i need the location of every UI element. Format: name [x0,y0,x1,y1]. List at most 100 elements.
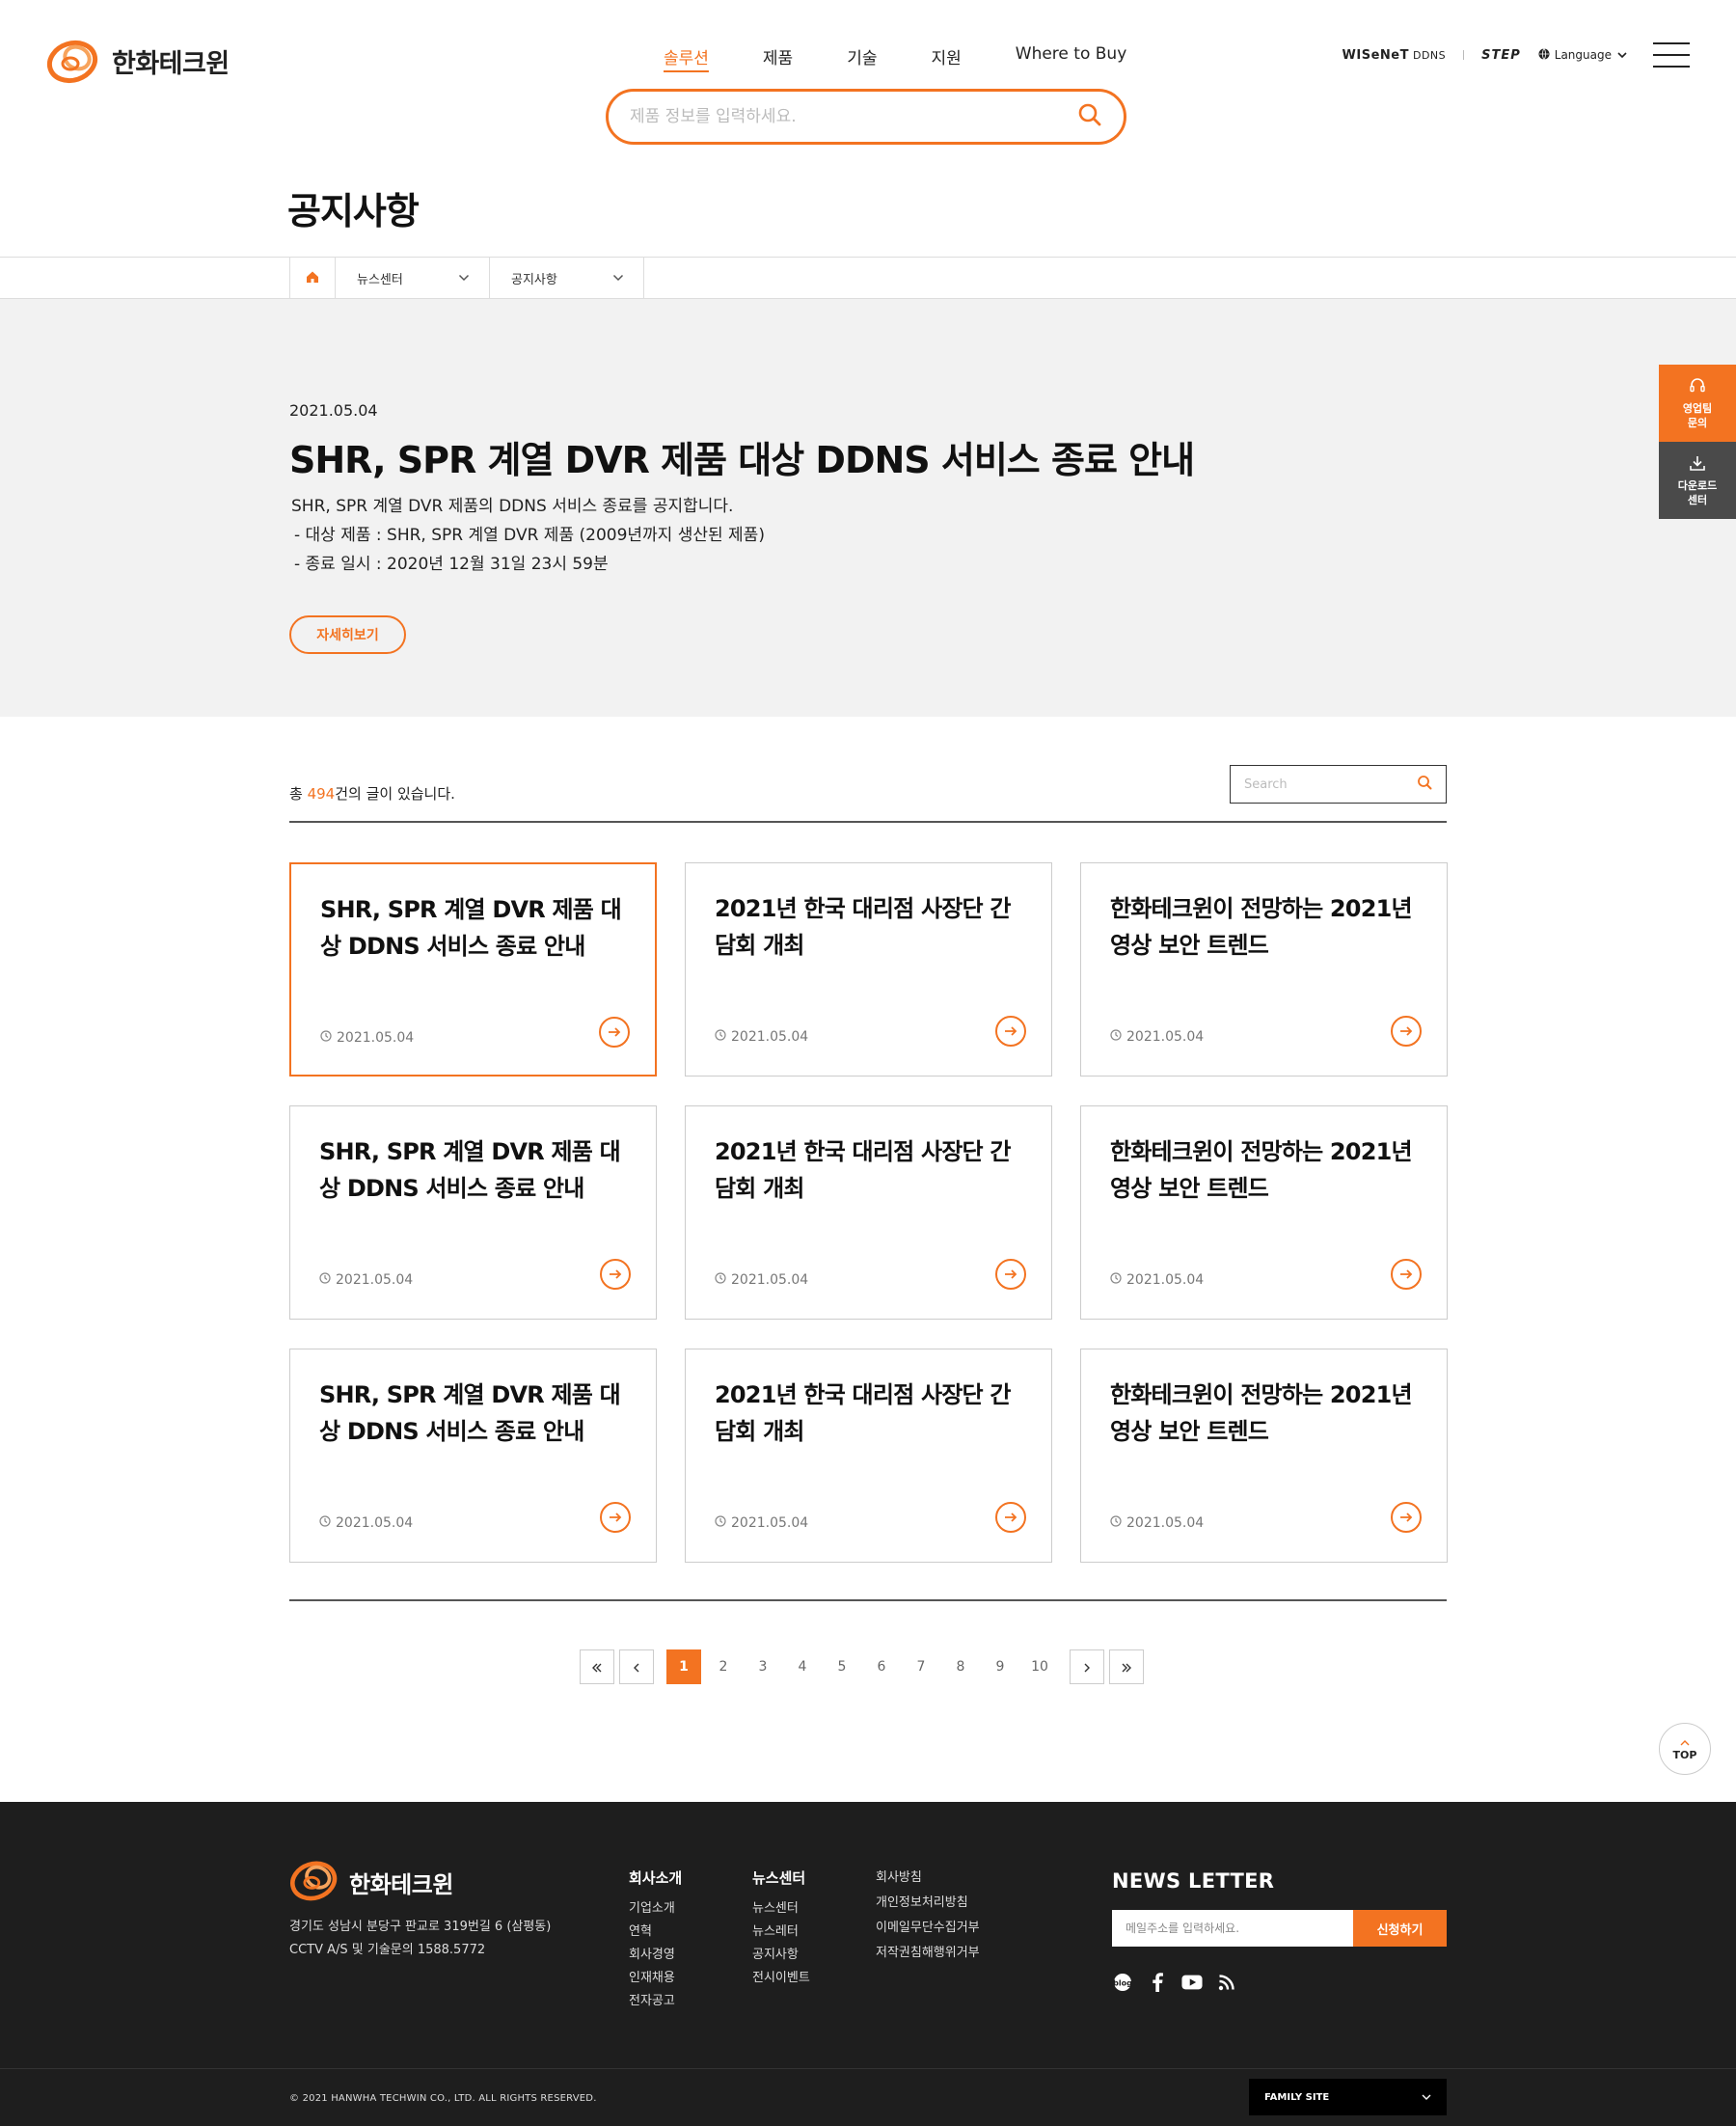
footer-link[interactable]: 기업소개 [629,1897,682,1921]
arrow-right-icon[interactable] [600,1502,631,1533]
clock-icon [1110,1029,1122,1045]
arrow-right-icon[interactable] [995,1259,1026,1290]
card-title: SHR, SPR 계열 DVR 제품 대상 DDNS 서비스 종료 안내 [319,1138,621,1202]
footer-link[interactable]: 인재채용 [629,1967,682,1990]
count-suffix: 건의 글이 있습니다. [335,785,455,803]
step-link[interactable]: STEP [1481,48,1521,63]
youtube-icon[interactable] [1181,1972,1203,1993]
nav-technology[interactable]: 기술 [820,44,904,68]
notice-card[interactable]: 한화테크윈이 전망하는 2021년 영상 보안 트렌드 2021.05.04 [1080,1349,1448,1563]
footer-link[interactable]: 저작권침해행위거부 [876,1939,980,1968]
quick-label: 영업팀 [1682,401,1713,415]
utility-menu: WISeNeT DDNS STEP Language [1343,42,1690,68]
family-site-select[interactable]: FAMILY SITE [1249,2079,1447,2115]
page-number[interactable]: 7 [904,1649,938,1684]
card-date: 2021.05.04 [715,1272,808,1288]
notice-card[interactable]: SHR, SPR 계열 DVR 제품 대상 DDNS 서비스 종료 안내 202… [289,862,657,1077]
breadcrumb-level2-select[interactable]: 공지사항 [490,258,644,298]
featured-description: SHR, SPR 계열 DVR 제품의 DDNS 서비스 종료를 공지합니다. … [291,492,765,579]
page-number[interactable]: 1 [666,1649,701,1684]
quick-menu: 영업팀 문의 다운로드 센터 [1659,365,1736,519]
card-date: 2021.05.04 [320,1030,414,1046]
newsletter-email-input[interactable] [1112,1910,1353,1947]
arrow-right-icon[interactable] [599,1017,630,1048]
search-icon[interactable] [1417,775,1432,794]
prev-page-button[interactable] [619,1649,654,1684]
card-date-text: 2021.05.04 [336,1272,414,1288]
footer-link[interactable]: 연혁 [629,1921,682,1944]
nav-products[interactable]: 제품 [736,44,820,68]
headset-icon [1689,377,1706,398]
nav-support[interactable]: 지원 [904,44,988,68]
breadcrumb-level1-select[interactable]: 뉴스센터 [336,258,490,298]
notice-card[interactable]: SHR, SPR 계열 DVR 제품 대상 DDNS 서비스 종료 안내 202… [289,1105,657,1320]
footer-link[interactable]: 공지사항 [752,1944,810,1967]
divider [1463,50,1465,60]
card-title: 2021년 한국 대리점 사장단 간담회 개최 [715,895,1011,959]
notice-card[interactable]: 2021년 한국 대리점 사장단 간담회 개최 2021.05.04 [685,1349,1052,1563]
notice-card[interactable]: 2021년 한국 대리점 사장단 간담회 개최 2021.05.04 [685,1105,1052,1320]
footer-link[interactable]: 회사경영 [629,1944,682,1967]
arrow-right-icon[interactable] [1391,1016,1422,1047]
arrow-right-icon[interactable] [600,1259,631,1290]
notice-grid: SHR, SPR 계열 DVR 제품 대상 DDNS 서비스 종료 안내 202… [289,862,1448,1563]
card-date-text: 2021.05.04 [337,1030,415,1046]
wisenet-ddns-link[interactable]: WISeNeT DDNS [1343,48,1447,63]
logo[interactable]: 한화테크윈 [46,35,230,87]
footer-link[interactable]: 뉴스레터 [752,1921,810,1944]
page-number[interactable]: 3 [746,1649,780,1684]
product-search-input[interactable] [630,107,1077,126]
page-number[interactable]: 10 [1022,1649,1057,1684]
footer-link[interactable]: 전시이벤트 [752,1967,810,1990]
last-page-button[interactable] [1109,1649,1144,1684]
page-number[interactable]: 8 [943,1649,978,1684]
list-search-input[interactable] [1244,777,1417,792]
breadcrumb-home[interactable] [289,258,336,298]
download-center-button[interactable]: 다운로드 센터 [1659,442,1736,519]
page-number[interactable]: 9 [983,1649,1017,1684]
first-page-button[interactable] [580,1649,614,1684]
facebook-icon[interactable] [1147,1972,1168,1993]
page-number[interactable]: 2 [706,1649,741,1684]
card-date-text: 2021.05.04 [1126,1515,1205,1531]
nav-where-to-buy[interactable]: Where to Buy [989,44,1154,68]
arrow-right-icon[interactable] [1391,1502,1422,1533]
chevron-up-icon [1680,1736,1690,1749]
card-title: 한화테크윈이 전망하는 2021년 영상 보안 트렌드 [1110,895,1413,959]
page-number[interactable]: 4 [785,1649,820,1684]
view-details-button[interactable]: 자세히보기 [289,615,406,654]
page-number[interactable]: 6 [864,1649,899,1684]
arrow-right-icon[interactable] [995,1016,1026,1047]
notice-card[interactable]: 한화테크윈이 전망하는 2021년 영상 보안 트렌드 2021.05.04 [1080,862,1448,1077]
card-date: 2021.05.04 [715,1515,808,1531]
menu-icon[interactable] [1653,42,1690,68]
notice-card[interactable]: 한화테크윈이 전망하는 2021년 영상 보안 트렌드 2021.05.04 [1080,1105,1448,1320]
rss-icon[interactable] [1216,1972,1237,1993]
card-date-text: 2021.05.04 [731,1272,809,1288]
blog-icon[interactable]: blog [1112,1972,1133,1993]
page-number[interactable]: 5 [825,1649,859,1684]
card-date-text: 2021.05.04 [731,1029,809,1045]
next-page-button[interactable] [1070,1649,1104,1684]
nav-solution[interactable]: 솔루션 [637,44,736,68]
address-line: 경기도 성남시 분당구 판교로 319번길 6 (삼평동) [289,1920,552,1934]
arrow-right-icon[interactable] [1391,1259,1422,1290]
search-icon[interactable] [1077,102,1102,131]
card-title: 2021년 한국 대리점 사장단 간담회 개최 [715,1381,1011,1445]
svg-text:blog: blog [1113,1979,1132,1988]
sales-inquiry-button[interactable]: 영업팀 문의 [1659,365,1736,442]
footer-col-news: 뉴스센터 뉴스센터 뉴스레터 공지사항 전시이벤트 [752,1867,810,1990]
footer-link[interactable]: 전자공고 [629,1990,682,2013]
notice-card[interactable]: SHR, SPR 계열 DVR 제품 대상 DDNS 서비스 종료 안내 202… [289,1349,657,1563]
arrow-right-icon[interactable] [995,1502,1026,1533]
language-selector[interactable]: Language [1538,47,1628,63]
list-top-divider [289,821,1447,823]
double-chevron-left-icon [591,1658,603,1676]
newsletter-subscribe-button[interactable]: 신청하기 [1353,1910,1447,1947]
footer-logo[interactable]: 한화테크윈 [289,1856,453,1908]
notice-card[interactable]: 2021년 한국 대리점 사장단 간담회 개최 2021.05.04 [685,862,1052,1077]
card-date-text: 2021.05.04 [336,1515,414,1531]
scroll-top-button[interactable]: TOP [1659,1723,1711,1775]
count-value: 494 [307,785,336,803]
footer-link[interactable]: 뉴스센터 [752,1897,810,1921]
